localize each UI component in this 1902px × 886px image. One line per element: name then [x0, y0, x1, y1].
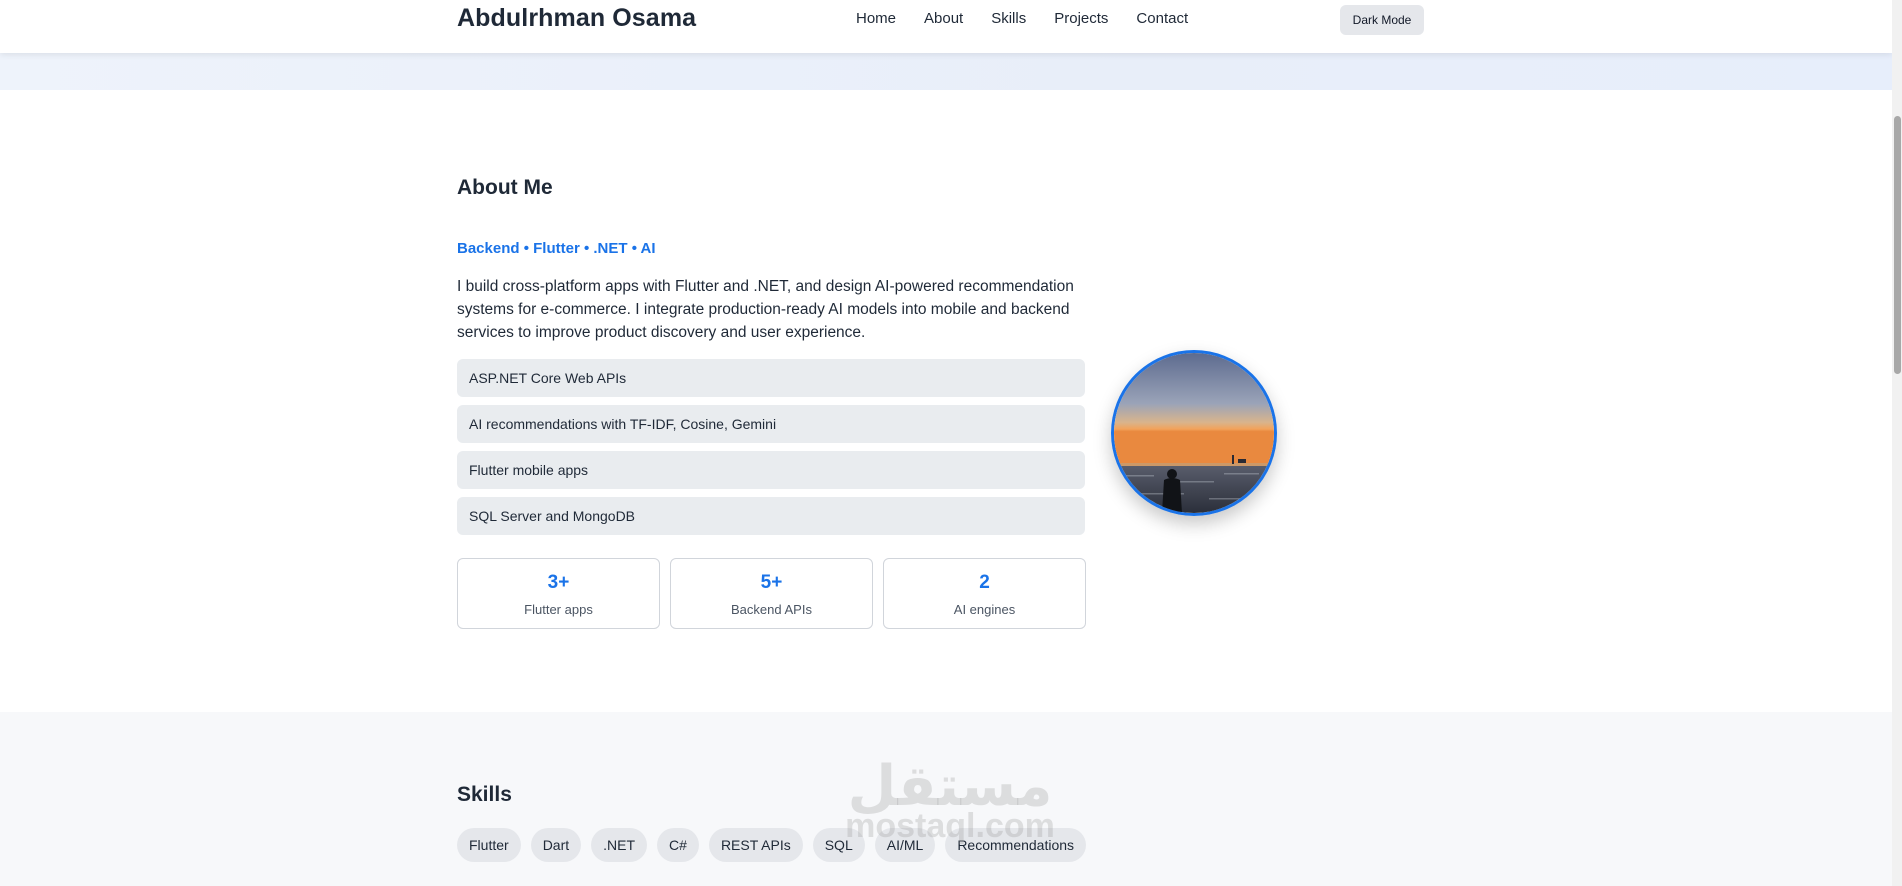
- stat-card: 2 AI engines: [883, 558, 1086, 629]
- skill-chip: Flutter: [457, 828, 521, 862]
- stats-row: 3+ Flutter apps 5+ Backend APIs 2 AI eng…: [457, 558, 1086, 629]
- highlight-item: Flutter mobile apps: [457, 451, 1085, 489]
- nav-projects-link[interactable]: Projects: [1054, 10, 1108, 27]
- skill-chip: AI/ML: [874, 828, 936, 862]
- main-nav: Home About Skills Projects Contact: [856, 10, 1216, 27]
- stat-label: Backend APIs: [731, 602, 812, 617]
- stat-card: 5+ Backend APIs: [670, 558, 873, 629]
- nav-skills-link[interactable]: Skills: [991, 10, 1026, 27]
- about-title: About Me: [457, 176, 553, 199]
- skill-chip: SQL: [812, 828, 865, 862]
- skill-chip: .NET: [591, 828, 648, 862]
- highlight-item: ASP.NET Core Web APIs: [457, 359, 1085, 397]
- about-bio: I build cross-platform apps with Flutter…: [457, 278, 1074, 341]
- hero-section-bottom: [0, 53, 1892, 90]
- page-scrollbar[interactable]: [1892, 0, 1902, 886]
- profile-photo: [1111, 350, 1277, 516]
- nav-home-link[interactable]: Home: [856, 10, 896, 27]
- stat-label: Flutter apps: [524, 602, 593, 617]
- highlights-list: ASP.NET Core Web APIs AI recommendations…: [457, 359, 1085, 543]
- stat-value: 2: [979, 572, 990, 593]
- skill-chip: C#: [657, 828, 699, 862]
- stat-card: 3+ Flutter apps: [457, 558, 660, 629]
- highlight-item: AI recommendations with TF-IDF, Cosine, …: [457, 405, 1085, 443]
- skill-chip: Dart: [530, 828, 582, 862]
- skill-chip: REST APIs: [708, 828, 803, 862]
- about-tagline: Backend • Flutter • .NET • AI: [457, 240, 656, 257]
- scrollbar-thumb[interactable]: [1894, 116, 1901, 374]
- nav-contact-link[interactable]: Contact: [1136, 10, 1188, 27]
- nav-about-link[interactable]: About: [924, 10, 963, 27]
- brand-name[interactable]: Abdulrhman Osama: [457, 4, 696, 33]
- site-header: Abdulrhman Osama Home About Skills Proje…: [0, 0, 1892, 53]
- stat-value: 3+: [547, 572, 570, 593]
- page: Abdulrhman Osama Home About Skills Proje…: [0, 0, 1892, 886]
- sunset-sea-photo: [1114, 353, 1274, 513]
- highlight-item: SQL Server and MongoDB: [457, 497, 1085, 535]
- skills-title: Skills: [457, 783, 512, 806]
- stat-value: 5+: [760, 572, 783, 593]
- stat-label: AI engines: [953, 602, 1016, 617]
- skills-list: Flutter Dart .NET C# REST APIs SQL AI/ML…: [457, 828, 1087, 862]
- skill-chip: Recommendations: [945, 828, 1087, 862]
- dark-mode-toggle-button[interactable]: Dark Mode: [1340, 5, 1424, 35]
